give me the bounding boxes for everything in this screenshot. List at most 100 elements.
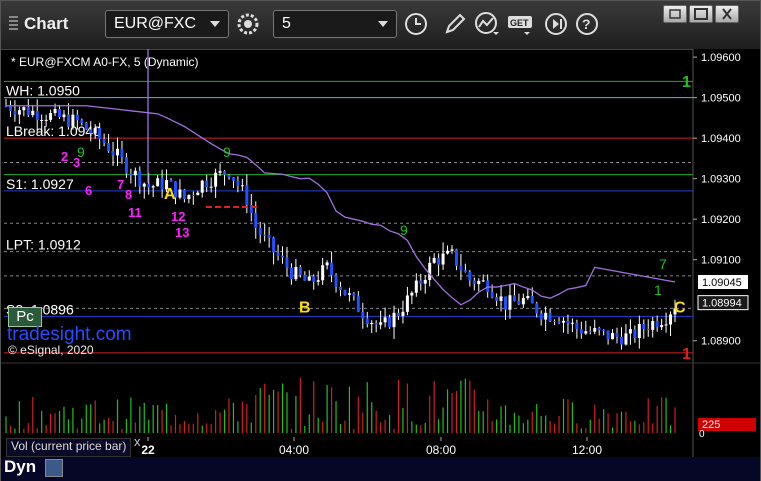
candle-body — [191, 195, 195, 197]
candle-body — [660, 325, 664, 328]
title-bar[interactable]: Chart EUR@FXC 5 GET ? — [1, 1, 760, 50]
candle-body — [441, 253, 445, 265]
ma-price-tag-text: 1.09045 — [702, 277, 742, 289]
candle-body — [410, 292, 414, 296]
annotation-c: C — [674, 299, 686, 316]
candle-body — [8, 105, 12, 111]
x-tick-label: 04:00 — [279, 443, 309, 457]
candle-body — [187, 195, 191, 200]
candle-body — [35, 110, 39, 121]
last-price-tag-text: 1.08994 — [702, 298, 742, 310]
candle-body — [17, 110, 21, 115]
dyn-mode-label[interactable]: Dyn — [4, 457, 36, 477]
close-icon[interactable] — [715, 5, 739, 23]
candle-body — [334, 275, 338, 287]
candle-body — [120, 148, 124, 158]
candle-body — [138, 170, 142, 187]
candle-body — [142, 183, 146, 187]
candle-body — [361, 311, 365, 319]
candle-body — [276, 252, 280, 256]
candle-body — [602, 329, 606, 331]
candle-body — [365, 318, 369, 325]
td-green-count: 9 — [400, 222, 408, 238]
candle-body — [240, 185, 244, 187]
interval-value: 5 — [282, 15, 291, 32]
candle-body — [490, 292, 494, 298]
candle-body — [107, 142, 111, 152]
moving-average-line — [6, 105, 676, 306]
symbol-dropdown-icon[interactable] — [210, 21, 220, 27]
candle-body — [562, 320, 565, 323]
y-tick-label: 1.09100 — [701, 255, 741, 267]
get-data-icon[interactable]: GET — [506, 10, 534, 38]
candle-body — [472, 280, 476, 285]
annotation-b: B — [299, 299, 311, 316]
step-forward-icon[interactable] — [542, 10, 570, 38]
restore-icon[interactable] — [663, 5, 687, 23]
candle-body — [624, 333, 628, 345]
candle-body — [655, 321, 659, 328]
candle-body — [316, 280, 320, 282]
candle-body — [289, 267, 293, 280]
candle-body — [383, 317, 387, 323]
td-green-count: 9 — [223, 144, 231, 160]
volume-close-button[interactable]: x — [134, 434, 141, 449]
interval-dropdown-icon[interactable] — [378, 21, 388, 27]
candle-body — [330, 262, 334, 276]
candle-body — [124, 157, 128, 174]
candle-body — [272, 237, 276, 253]
candle-body — [352, 293, 356, 296]
window-title: Chart — [9, 14, 68, 34]
candle-body — [58, 108, 62, 118]
candle-body — [236, 180, 240, 186]
candle-body — [642, 324, 646, 329]
candle-body — [89, 129, 93, 134]
candle-body — [584, 331, 588, 334]
candle-body — [477, 280, 481, 285]
candle-body — [285, 257, 289, 268]
candle-body — [258, 227, 262, 235]
candle-body — [303, 275, 307, 281]
candle-body — [423, 279, 427, 284]
candle-body — [71, 114, 75, 127]
lock-icon[interactable] — [45, 459, 63, 477]
candle-body — [294, 266, 298, 280]
candle-body — [548, 312, 552, 322]
candle-body — [388, 317, 392, 328]
candle-body — [628, 329, 632, 334]
pencil-icon[interactable] — [441, 10, 469, 38]
candle-body — [356, 295, 360, 312]
study-chart-icon[interactable] — [473, 10, 501, 38]
symbol-value: EUR@FXC — [114, 15, 197, 32]
candle-body — [646, 328, 650, 330]
help-icon[interactable]: ? — [573, 10, 601, 38]
y-tick-label: 1.09200 — [701, 214, 741, 226]
candle-body — [133, 170, 137, 176]
maximize-icon[interactable] — [689, 5, 713, 23]
candle-body — [615, 333, 619, 337]
settings-gear-icon[interactable] — [234, 10, 262, 38]
td-magenta-count: 11 — [128, 205, 142, 220]
candle-body — [129, 173, 133, 176]
td-magenta-count: 7 — [117, 177, 124, 192]
candle-body — [495, 297, 499, 301]
candle-body — [419, 280, 423, 284]
candle-body — [392, 312, 396, 328]
candle-body — [401, 311, 405, 317]
candle-body — [651, 321, 655, 330]
candle-body — [147, 183, 151, 188]
interval-field[interactable]: 5 — [273, 10, 397, 38]
clock-icon[interactable] — [402, 10, 430, 38]
grip-icon[interactable] — [9, 16, 18, 30]
candle-body — [151, 186, 155, 188]
candle-body — [517, 301, 521, 305]
td-green-count: 1 — [654, 282, 662, 298]
td-magenta-count: 13 — [175, 225, 189, 240]
price-chart[interactable]: WH: 1.0950LBreak: 1.0940S1: 1.0927LPT: 1… — [1, 49, 760, 457]
candle-body — [530, 295, 534, 304]
candle-body — [370, 322, 374, 325]
symbol-field[interactable]: EUR@FXC — [105, 10, 229, 38]
y-tick-label: 1.08900 — [701, 336, 741, 348]
candle-body — [593, 328, 597, 332]
candle-body — [508, 295, 512, 310]
